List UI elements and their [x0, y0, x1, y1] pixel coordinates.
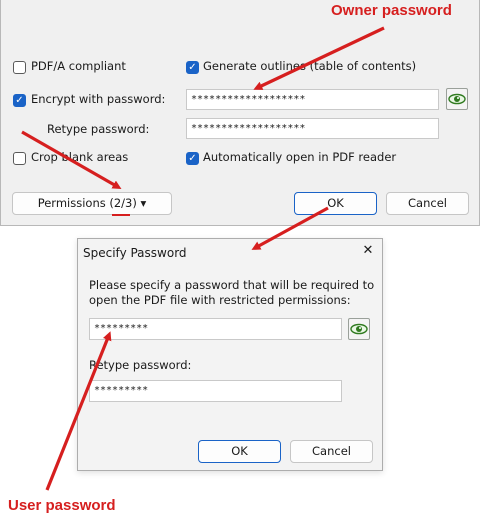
user-arrow	[45, 331, 112, 491]
annotation-arrows	[21, 26, 385, 491]
owner-password-annotation: Owner password	[331, 2, 452, 19]
user-password-annotation: User password	[8, 497, 116, 514]
owner-arrow-1	[253, 26, 385, 90]
permissions-arrow	[21, 130, 122, 189]
owner-arrow-2	[251, 206, 329, 250]
